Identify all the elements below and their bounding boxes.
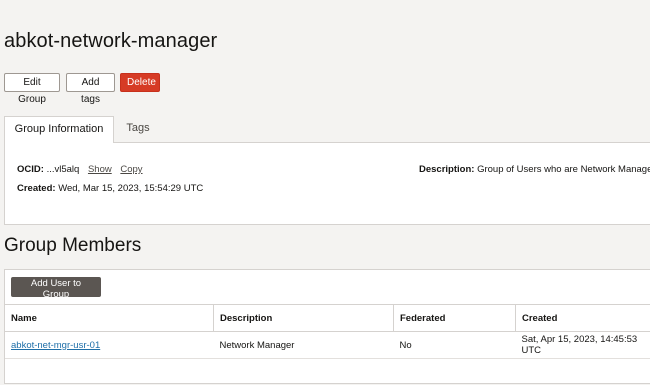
member-created-cell: Sat, Apr 15, 2023, 14:45:53 UTC: [515, 331, 650, 359]
ocid-label: OCID:: [17, 164, 44, 175]
created-value: Wed, Mar 15, 2023, 15:54:29 UTC: [58, 183, 204, 194]
tab-group-information[interactable]: Group Information: [4, 116, 114, 143]
column-header-federated[interactable]: Federated: [393, 304, 516, 332]
created-label: Created:: [17, 183, 56, 194]
copy-ocid-link[interactable]: Copy: [120, 164, 142, 175]
group-members-title: Group Members: [4, 235, 142, 256]
column-header-created[interactable]: Created: [515, 304, 650, 332]
show-ocid-link[interactable]: Show: [88, 164, 112, 175]
description-row: Description: Group of Users who are Netw…: [419, 164, 650, 175]
description-label: Description:: [419, 164, 475, 175]
column-header-description[interactable]: Description: [213, 304, 394, 332]
tab-tags[interactable]: Tags: [114, 116, 162, 142]
edit-group-button[interactable]: Edit Group: [4, 73, 60, 105]
add-user-to-group-button[interactable]: Add User to Group: [11, 277, 101, 300]
members-table-header: Name Description Federated Created: [5, 304, 650, 332]
member-name-cell: abkot-net-mgr-usr-01: [5, 331, 214, 359]
page-title: abkot-network-manager: [4, 30, 218, 52]
created-row: Created: Wed, Mar 15, 2023, 15:54:29 UTC: [17, 183, 203, 194]
delete-button[interactable]: Delete: [120, 73, 160, 92]
ocid-value: ...vl5alq: [46, 164, 80, 175]
group-members-panel: Add User to Group Name Description Feder…: [4, 269, 650, 384]
table-row: abkot-net-mgr-usr-01 Network Manager No …: [5, 331, 650, 359]
add-tags-button[interactable]: Add tags: [66, 73, 115, 105]
member-description-cell: Network Manager: [213, 331, 394, 359]
group-information-panel: OCID: ...vl5alq Show Copy Created: Wed, …: [4, 142, 650, 225]
column-header-name[interactable]: Name: [5, 304, 214, 332]
member-federated-cell: No: [393, 331, 516, 359]
description-value: Group of Users who are Network Managers: [477, 164, 650, 175]
member-name-link[interactable]: abkot-net-mgr-usr-01: [11, 340, 100, 351]
ocid-row: OCID: ...vl5alq Show Copy: [17, 164, 143, 175]
members-table: Name Description Federated Created abkot…: [5, 304, 650, 359]
